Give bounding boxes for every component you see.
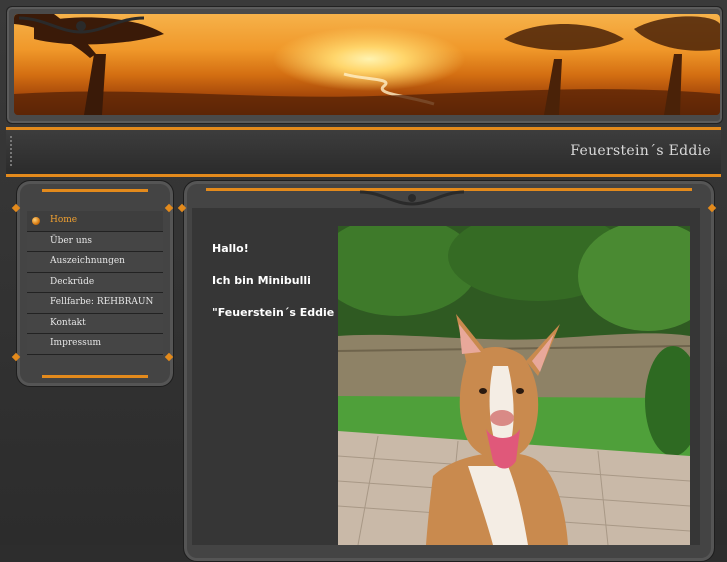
- greeting-text: Hallo!: [212, 242, 249, 255]
- nav-item-label: Deckrüde: [50, 276, 95, 287]
- sunset-banner-image: [14, 14, 720, 115]
- dog-photo: [338, 226, 690, 545]
- nav-item-impressum[interactable]: Impressum: [27, 334, 163, 355]
- nav-item-ueber-uns[interactable]: Über uns: [27, 231, 163, 252]
- nav-item-fellfarbe[interactable]: Fellfarbe: REHBRAUN: [27, 293, 163, 314]
- dog-name-text: "Feuerstein´s Eddie ": [212, 306, 344, 319]
- banner-ornament: [18, 16, 145, 34]
- nav-item-label: Impressum: [50, 338, 102, 348]
- nav-item-home[interactable]: Home: [27, 211, 163, 232]
- intro-text: Ich bin Minibulli: [212, 274, 311, 287]
- nav-item-label: Auszeichnungen: [50, 256, 125, 266]
- page: Feuerstein´s Eddie Home Über uns Auszeic…: [0, 0, 727, 562]
- active-bullet-icon: [32, 217, 40, 225]
- title-bar: Feuerstein´s Eddie: [6, 127, 721, 177]
- nav-item-label: Über uns: [50, 235, 93, 246]
- nav-item-deckruede[interactable]: Deckrüde: [27, 272, 163, 293]
- content-ornament: [359, 190, 465, 206]
- nav-item-label: Kontakt: [50, 317, 86, 328]
- nav-item-label: Fellfarbe: REHBRAUN: [50, 297, 154, 307]
- nav-menu: Home Über uns Auszeichnungen Deckrüde Fe…: [27, 211, 163, 355]
- nav-item-auszeichnungen[interactable]: Auszeichnungen: [27, 252, 163, 273]
- nav-item-label: Home: [50, 215, 78, 225]
- nav-item-kontakt[interactable]: Kontakt: [27, 313, 163, 334]
- site-title: Feuerstein´s Eddie: [570, 143, 711, 159]
